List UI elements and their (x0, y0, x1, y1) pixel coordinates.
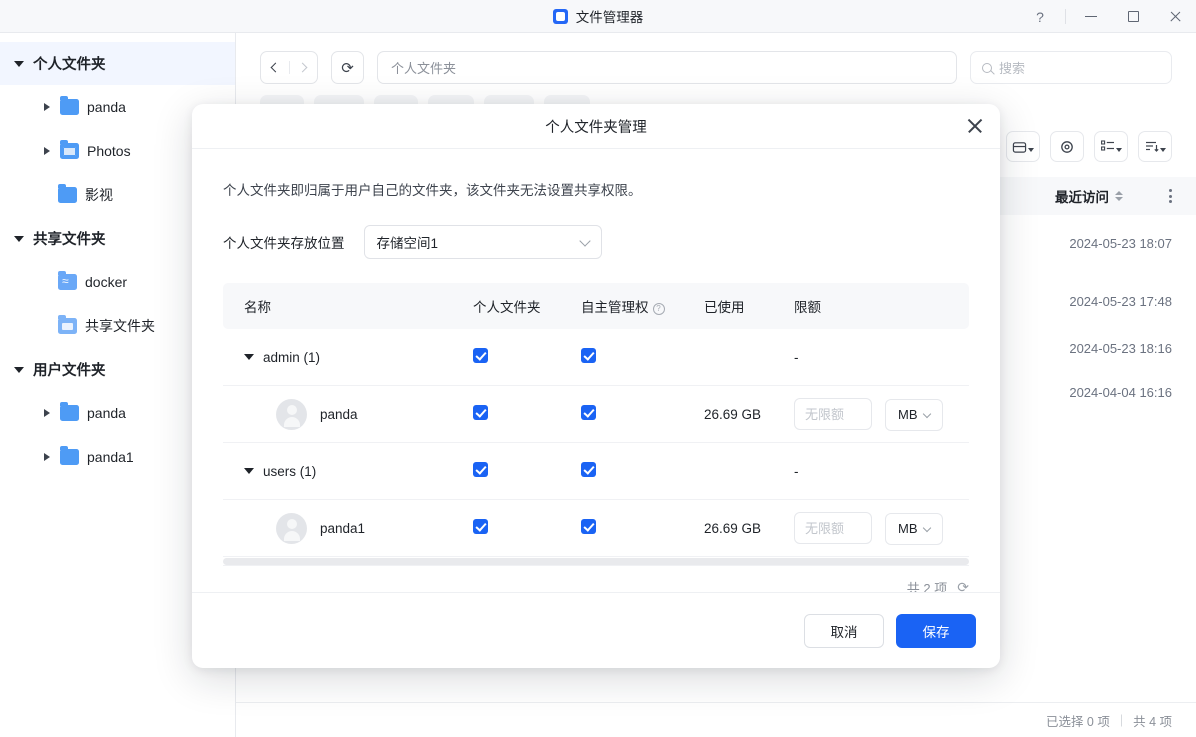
used-cell: 26.69 GB (704, 499, 794, 557)
table-row[interactable]: users (1) - (223, 442, 969, 500)
location-row: 个人文件夹存放位置 存储空间1 (223, 199, 969, 259)
caret-down-icon[interactable] (244, 354, 254, 360)
personal-folder-checkbox[interactable] (473, 348, 488, 363)
caret-down-icon[interactable] (244, 468, 254, 474)
column-name: 名称 (223, 283, 473, 329)
location-label: 个人文件夹存放位置 (223, 236, 345, 251)
group-name-cell[interactable]: users (1) (223, 442, 473, 500)
selfmanage-checkbox-cell[interactable] (581, 442, 704, 500)
dialog-body: 个人文件夹即归属于用户自己的文件夹，该文件夹无法设置共享权限。 个人文件夹存放位… (192, 149, 1000, 592)
column-quota: 限额 (794, 283, 969, 329)
personal-folder-checkbox[interactable] (473, 462, 488, 477)
user-avatar-icon (276, 512, 307, 544)
table-row[interactable]: panda1 26.69 GB 无限额 MB (223, 499, 969, 557)
selfmanage-checkbox-cell[interactable] (581, 329, 704, 386)
self-manage-checkbox[interactable] (581, 462, 596, 477)
chevron-down-icon (922, 409, 931, 418)
used-cell: 26.69 GB (704, 385, 794, 443)
personal-checkbox-cell[interactable] (473, 329, 581, 386)
table-row[interactable]: admin (1) - (223, 329, 969, 386)
dialog-header: 个人文件夹管理 (192, 104, 1000, 149)
group-name: users (1) (263, 463, 317, 479)
personal-checkbox-cell[interactable] (473, 385, 581, 443)
table-total-count: 共 2 项 (906, 581, 948, 592)
quota-input[interactable]: 无限额 (794, 397, 872, 430)
selfmanage-checkbox-cell[interactable] (581, 499, 704, 557)
permissions-table: 名称 个人文件夹 自主管理权? 已使用 限额 admin (1) - panda… (223, 283, 969, 557)
file-manager-window: 文件管理器 ? 个人文件夹 panda Photos 影视 共享文件夹 ≈ do… (0, 0, 1196, 737)
save-button[interactable]: 保存 (896, 613, 976, 648)
column-personal-folder: 个人文件夹 (473, 283, 581, 329)
question-mark-icon[interactable]: ? (652, 302, 665, 315)
table-header-row: 名称 个人文件夹 自主管理权? 已使用 限额 (223, 283, 969, 329)
dialog-footer: 取消 保存 (192, 592, 1000, 668)
chevron-down-icon (578, 234, 591, 247)
used-cell (704, 442, 794, 500)
column-self-manage: 自主管理权? (581, 283, 704, 329)
self-manage-checkbox[interactable] (581, 405, 596, 420)
self-manage-checkbox[interactable] (581, 519, 596, 534)
chevron-down-icon (922, 523, 931, 532)
quota-cell: 无限额 MB (794, 499, 969, 557)
group-name-cell[interactable]: admin (1) (223, 329, 473, 386)
personal-folder-checkbox[interactable] (473, 405, 488, 420)
user-name-cell: panda (223, 385, 473, 443)
used-cell (704, 329, 794, 386)
user-name-cell: panda1 (223, 499, 473, 557)
user-avatar-icon (276, 398, 307, 430)
dialog-description: 个人文件夹即归属于用户自己的文件夹，该文件夹无法设置共享权限。 (223, 183, 642, 198)
quota-input[interactable]: 无限额 (794, 511, 872, 544)
quota-cell: 无限额 MB (794, 385, 969, 443)
refresh-icon[interactable]: ⟳ (957, 579, 969, 592)
group-name: admin (1) (263, 349, 321, 365)
selfmanage-checkbox-cell[interactable] (581, 385, 704, 443)
quota-unit-select[interactable]: MB (884, 512, 943, 545)
location-select[interactable]: 存储空间1 (363, 225, 602, 259)
quota-unit-value: MB (898, 521, 918, 536)
user-name: panda (320, 406, 358, 422)
personal-checkbox-cell[interactable] (473, 442, 581, 500)
column-used: 已使用 (704, 283, 794, 329)
table-row[interactable]: panda 26.69 GB 无限额 MB (223, 385, 969, 443)
personal-folder-dialog: 个人文件夹管理 个人文件夹即归属于用户自己的文件夹，该文件夹无法设置共享权限。 … (192, 104, 1000, 668)
user-name: panda1 (320, 520, 366, 536)
table-horizontal-scrollbar[interactable] (223, 558, 969, 565)
quota-unit-value: MB (898, 407, 918, 422)
quota-unit-select[interactable]: MB (884, 398, 943, 431)
quota-cell: - (794, 329, 969, 386)
dialog-title: 个人文件夹管理 (545, 119, 647, 136)
quota-cell: - (794, 442, 969, 500)
self-manage-checkbox[interactable] (581, 348, 596, 363)
location-select-value: 存储空间1 (376, 236, 439, 251)
table-footer: 共 2 项 ⟳ (223, 565, 969, 592)
cancel-button[interactable]: 取消 (804, 613, 884, 648)
column-self-manage-label: 自主管理权 (581, 300, 649, 315)
personal-folder-checkbox[interactable] (473, 519, 488, 534)
permissions-table-wrap: 名称 个人文件夹 自主管理权? 已使用 限额 admin (1) - panda… (223, 283, 969, 592)
personal-checkbox-cell[interactable] (473, 499, 581, 557)
close-icon[interactable] (966, 117, 984, 135)
